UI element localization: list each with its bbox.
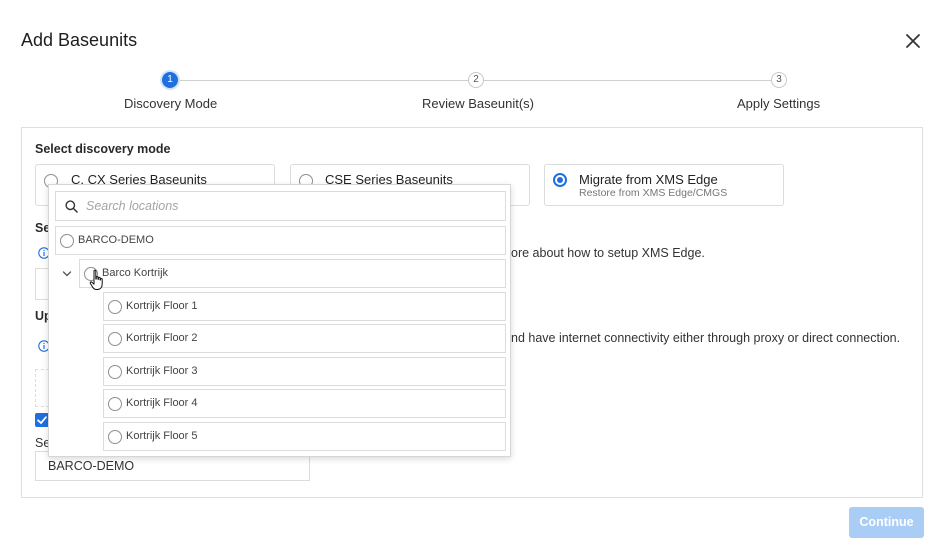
location-radio[interactable]: [108, 430, 122, 444]
chevron-down-icon[interactable]: [62, 269, 72, 279]
checkbox-checked[interactable]: [35, 413, 49, 427]
site-select-value: BARCO-DEMO: [48, 459, 135, 473]
dialog-title: Add Baseunits: [21, 30, 138, 50]
search-icon: [65, 200, 78, 213]
location-item-barco-demo[interactable]: BARCO-DEMO: [55, 226, 506, 255]
location-label: Kortrijk Floor 1: [126, 300, 198, 312]
locations-dropdown: BARCO-DEMO Barco Kortrijk Kortrijk Floor…: [48, 184, 511, 457]
location-label: Kortrijk Floor 4: [126, 397, 198, 409]
discovery-mode-label: Select discovery mode: [35, 142, 171, 156]
location-label: BARCO-DEMO: [78, 234, 154, 246]
step-1-indicator: 1: [162, 72, 178, 88]
connectivity-help-text: nd have internet connectivity either thr…: [511, 331, 901, 345]
location-search-input[interactable]: [86, 196, 486, 216]
location-label: Kortrijk Floor 2: [126, 332, 198, 344]
location-item-kortrijk-floor-3[interactable]: Kortrijk Floor 3: [103, 357, 506, 386]
step-2-label: Review Baseunit(s): [422, 96, 534, 111]
step-1-label: Discovery Mode: [124, 96, 218, 111]
mode-option-title: Migrate from XMS Edge: [579, 172, 718, 187]
location-search[interactable]: [55, 191, 506, 221]
close-icon[interactable]: [903, 31, 923, 51]
location-radio[interactable]: [60, 234, 74, 248]
location-radio[interactable]: [108, 365, 122, 379]
hand-pointer-icon: [89, 269, 105, 291]
step-2-indicator: 2: [468, 72, 484, 88]
continue-button[interactable]: Continue: [849, 507, 924, 538]
location-item-kortrijk-floor-5[interactable]: Kortrijk Floor 5: [103, 422, 506, 451]
step-3-indicator: 3: [771, 72, 787, 88]
location-radio[interactable]: [108, 300, 122, 314]
mode-option-subtitle: Restore from XMS Edge/CMGS: [579, 187, 728, 199]
step-connector: [178, 80, 468, 81]
location-item-kortrijk-floor-1[interactable]: Kortrijk Floor 1: [103, 292, 506, 321]
location-label: Barco Kortrijk: [102, 267, 169, 279]
mode-radio-selected[interactable]: [553, 173, 567, 187]
location-item-barco-kortrijk[interactable]: Barco Kortrijk: [79, 259, 506, 288]
location-label: Kortrijk Floor 5: [126, 430, 198, 442]
location-radio[interactable]: [108, 397, 122, 411]
step-connector: [484, 80, 771, 81]
step-3-label: Apply Settings: [737, 96, 821, 111]
location-item-kortrijk-floor-2[interactable]: Kortrijk Floor 2: [103, 324, 506, 353]
location-item-kortrijk-floor-4[interactable]: Kortrijk Floor 4: [103, 389, 506, 418]
xms-edge-help-text: ore about how to setup XMS Edge.: [511, 246, 705, 260]
location-label: Kortrijk Floor 3: [126, 365, 198, 377]
location-radio[interactable]: [108, 332, 122, 346]
mode-option-migrate-xms[interactable]: Migrate from XMS Edge Restore from XMS E…: [544, 164, 784, 206]
